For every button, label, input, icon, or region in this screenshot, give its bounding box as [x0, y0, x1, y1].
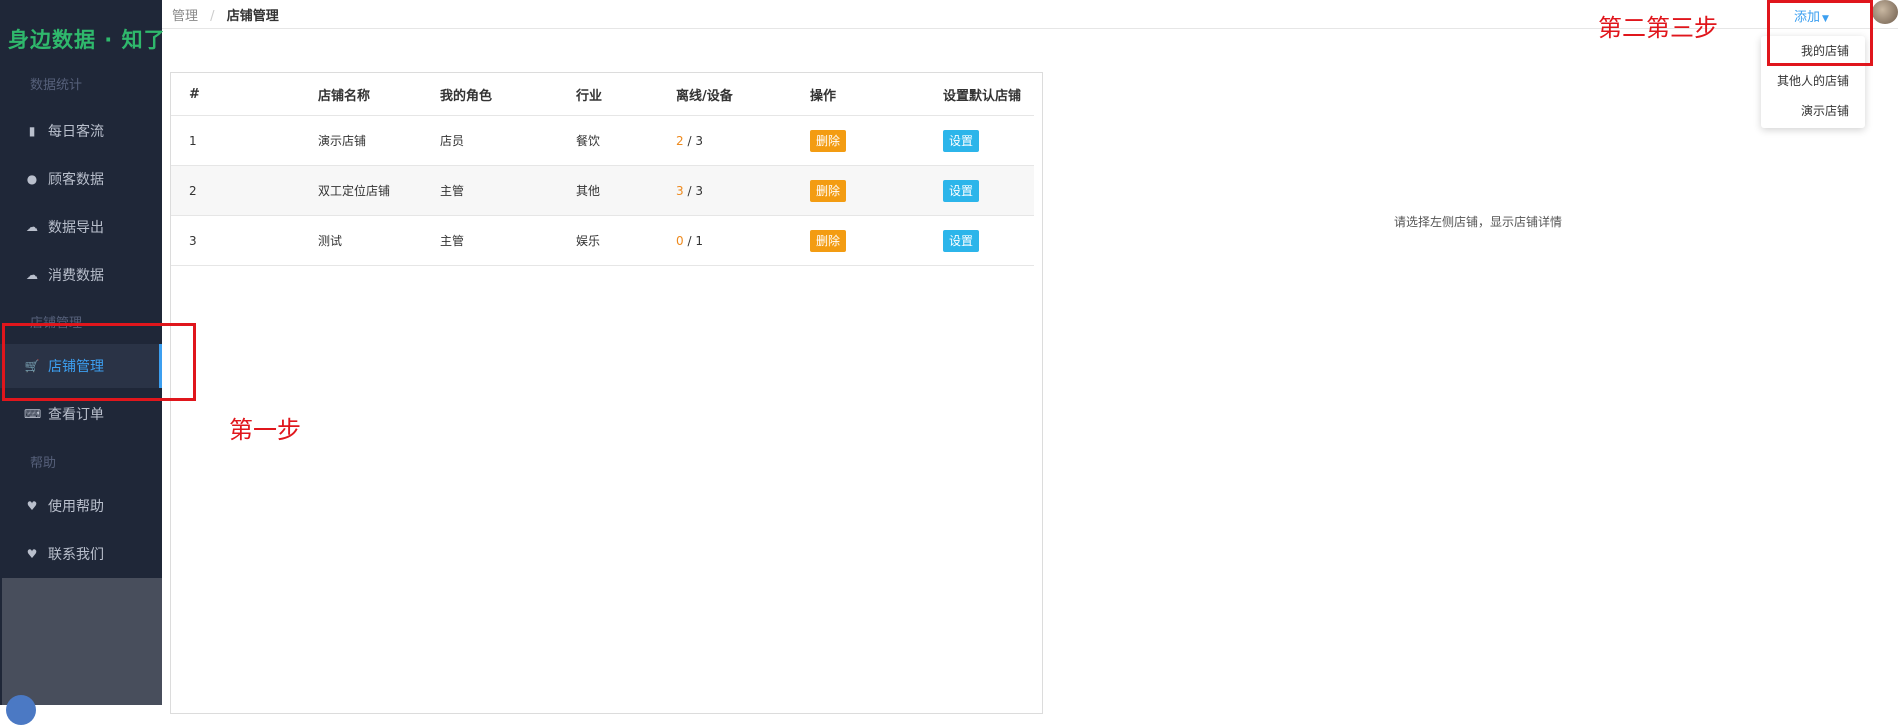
- avatar[interactable]: [6, 695, 36, 725]
- shop-table-panel: # 店铺名称 我的角色 行业 离线/设备 操作 设置默认店铺 1 演示店铺 店员…: [170, 72, 1043, 714]
- row-number: 1: [171, 115, 317, 166]
- industry: 娱乐: [575, 215, 675, 266]
- sidebar-item-help[interactable]: ♥ 使用帮助: [0, 484, 162, 528]
- set-default-button[interactable]: 设置: [943, 179, 980, 202]
- offline-devices: 3 / 3: [675, 165, 809, 216]
- sidebar-item-label: 数据导出: [48, 220, 104, 236]
- shop-name: 测试: [317, 215, 439, 266]
- sidebar-item-daily-traffic[interactable]: ▮ 每日客流: [0, 109, 162, 153]
- column-header: 我的角色: [439, 73, 575, 116]
- annotation-box-step1: [2, 323, 196, 401]
- annotation-box-step23: [1767, 0, 1873, 66]
- shop-table: # 店铺名称 我的角色 行业 离线/设备 操作 设置默认店铺 1 演示店铺 店员…: [171, 73, 1034, 266]
- offline-devices: 2 / 3: [675, 115, 809, 166]
- table-row[interactable]: 1 演示店铺 店员 餐饮 2 / 3 删除 设置: [171, 115, 1034, 166]
- sidebar-item-label: 查看订单: [48, 407, 104, 423]
- offline-devices: 0 / 1: [675, 215, 809, 266]
- keyboard-icon: ⌨: [24, 407, 42, 421]
- row-number: 3: [171, 215, 317, 266]
- sidebar-item-export[interactable]: ☁ 数据导出: [0, 205, 162, 249]
- breadcrumb: 管理 / 店铺管理: [172, 5, 279, 24]
- column-header: 操作: [809, 73, 942, 116]
- row-number: 2: [171, 165, 317, 216]
- table-header-row: # 店铺名称 我的角色 行业 离线/设备 操作 设置默认店铺: [171, 73, 1034, 116]
- menu-item-others-shop[interactable]: 其他人的店铺: [1777, 72, 1849, 89]
- shop-name: 双工定位店铺: [317, 165, 439, 216]
- sidebar-item-label: 顾客数据: [48, 172, 104, 188]
- device-count: 3: [695, 183, 703, 198]
- annotation-step1: 第一步: [229, 416, 301, 444]
- offline-count: 3: [676, 183, 684, 198]
- sidebar-item-consumption[interactable]: ☁ 消费数据: [0, 253, 162, 297]
- sidebar-item-contact[interactable]: ♥ 联系我们: [0, 532, 162, 576]
- offline-count: 0: [676, 233, 684, 248]
- avatar[interactable]: [1872, 0, 1898, 24]
- users-icon: ●: [26, 172, 38, 186]
- section-title-help: 帮助: [30, 456, 57, 471]
- device-count: 3: [695, 133, 703, 148]
- column-header: 离线/设备: [675, 73, 809, 116]
- role: 主管: [439, 165, 575, 216]
- cloud-upload-icon: ☁: [26, 220, 38, 234]
- industry: 其他: [575, 165, 675, 216]
- offline-count: 2: [676, 133, 684, 148]
- sidebar-item-label: 每日客流: [48, 124, 104, 140]
- breadcrumb-separator: /: [210, 9, 215, 24]
- shop-name: 演示店铺: [317, 115, 439, 166]
- column-header: #: [171, 73, 317, 116]
- bar-chart-icon: ▮: [28, 124, 36, 138]
- breadcrumb-current: 店铺管理: [226, 9, 279, 24]
- delete-button[interactable]: 删除: [810, 179, 847, 202]
- role: 店员: [439, 115, 575, 166]
- heart-icon: ♥: [26, 499, 38, 513]
- table-row[interactable]: 3 测试 主管 娱乐 0 / 1 删除 设置: [171, 215, 1034, 266]
- sidebar-item-customers[interactable]: ● 顾客数据: [0, 157, 162, 201]
- heart-icon: ♥: [26, 547, 38, 561]
- cloud-upload-icon: ☁: [26, 268, 38, 282]
- device-count: 1: [695, 233, 703, 248]
- sidebar-item-label: 消费数据: [48, 268, 104, 284]
- column-header: 行业: [575, 73, 675, 116]
- sidebar-footer: [2, 578, 162, 705]
- section-title-stats: 数据统计: [30, 78, 83, 93]
- sidebar-item-label: 使用帮助: [48, 499, 104, 515]
- column-header: 店铺名称: [317, 73, 439, 116]
- industry: 餐饮: [575, 115, 675, 166]
- delete-button[interactable]: 删除: [810, 129, 847, 152]
- delete-button[interactable]: 删除: [810, 229, 847, 252]
- sidebar-item-label: 联系我们: [48, 547, 104, 563]
- brand-logo: 身边数据 · 知了: [8, 28, 166, 52]
- column-header: 设置默认店铺: [942, 73, 1034, 116]
- menu-item-demo-shop[interactable]: 演示店铺: [1801, 102, 1849, 119]
- table-row[interactable]: 2 双工定位店铺 主管 其他 3 / 3 删除 设置: [171, 165, 1034, 216]
- set-default-button[interactable]: 设置: [943, 129, 980, 152]
- annotation-step23: 第二第三步: [1598, 14, 1718, 42]
- breadcrumb-root[interactable]: 管理: [172, 9, 198, 24]
- detail-placeholder: 请选择左侧店铺，显示店铺详情: [1394, 215, 1563, 229]
- role: 主管: [439, 215, 575, 266]
- set-default-button[interactable]: 设置: [943, 229, 980, 252]
